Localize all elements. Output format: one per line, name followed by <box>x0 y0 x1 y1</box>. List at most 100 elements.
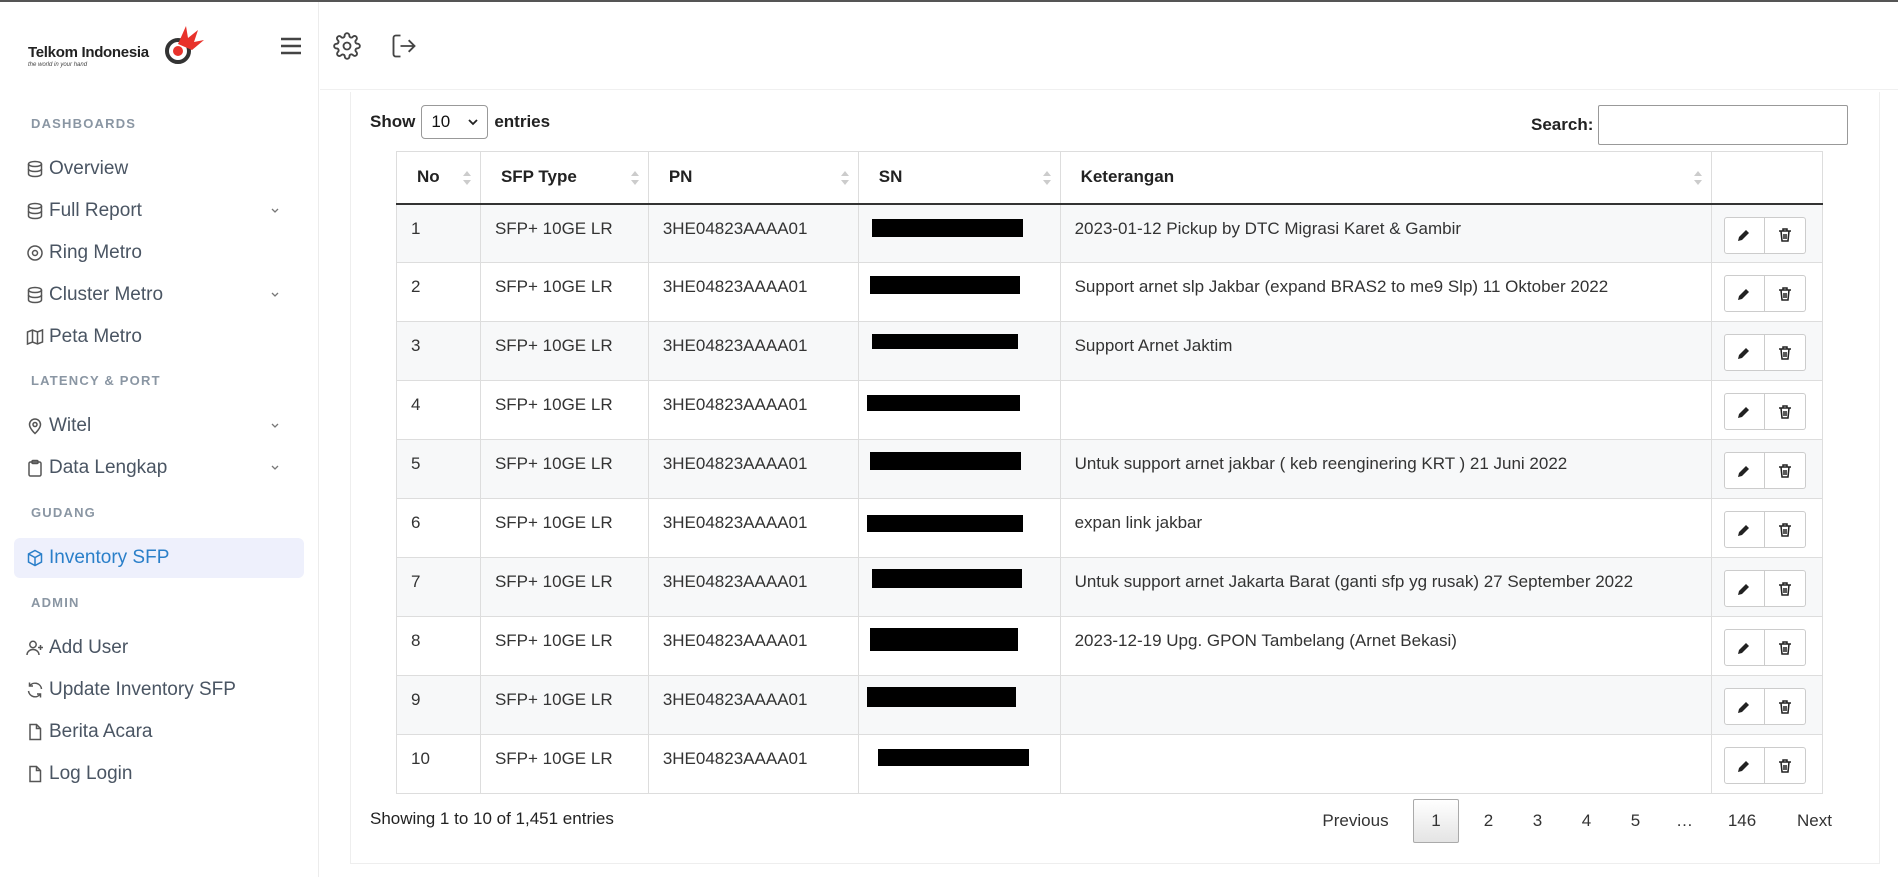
hamburger-menu-icon[interactable] <box>277 32 305 60</box>
refresh-icon <box>27 682 43 698</box>
trash-icon <box>1778 228 1791 242</box>
column-header-sfp-type[interactable]: SFP Type <box>479 151 649 205</box>
show-label: Show <box>370 112 416 131</box>
sidebar-item-log-login[interactable]: Log Login <box>14 754 304 794</box>
header-label: SFP Type <box>500 167 577 187</box>
sidebar-item-overview[interactable]: Overview <box>14 149 304 189</box>
inventory-table: No SFP Type PN SN Keterangan 1 SFP+ 10GE… <box>396 151 1824 794</box>
edit-button[interactable] <box>1723 452 1765 489</box>
cell-keterangan: 2023-01-12 Pickup by DTC Migrasi Karet &… <box>1059 203 1712 263</box>
header-label: PN <box>668 167 693 187</box>
search-input[interactable] <box>1598 105 1849 145</box>
cell-actions <box>1710 616 1824 676</box>
page-size-select[interactable]: 10 <box>421 105 489 139</box>
chevron-down-icon <box>271 423 279 428</box>
edit-button[interactable] <box>1723 511 1765 548</box>
sidebar-item-peta-metro[interactable]: Peta Metro <box>14 317 304 357</box>
delete-button[interactable] <box>1764 688 1806 725</box>
pagination-page[interactable]: 4 <box>1562 799 1611 843</box>
cell-pn: 3HE04823AAAA01 <box>647 675 859 735</box>
sidebar-item-label: Update Inventory SFP <box>49 679 236 700</box>
cell-actions <box>1710 439 1824 499</box>
cell-sfp-type: SFP+ 10GE LR <box>479 321 649 381</box>
sidebar-item-cluster-metro[interactable]: Cluster Metro <box>14 275 304 315</box>
sidebar-item-witel[interactable]: Witel <box>14 406 304 446</box>
edit-button[interactable] <box>1723 629 1765 666</box>
cell-keterangan: Untuk support arnet jakbar ( keb reengin… <box>1059 439 1712 499</box>
edit-button[interactable] <box>1723 275 1765 312</box>
pagination-page-current[interactable]: 1 <box>1413 799 1459 843</box>
sidebar-item-label: Berita Acara <box>49 721 153 742</box>
column-header-sn[interactable]: SN <box>857 151 1061 205</box>
cell-no: 1 <box>396 203 481 263</box>
pagination-page[interactable]: 146 <box>1709 799 1775 843</box>
cell-pn: 3HE04823AAAA01 <box>647 262 859 322</box>
edit-button[interactable] <box>1723 334 1765 371</box>
logo-text: Telkom Indonesia <box>28 44 149 61</box>
pagination-next[interactable]: Next <box>1775 799 1854 843</box>
clipboard-icon <box>28 459 42 477</box>
edit-button[interactable] <box>1723 216 1765 254</box>
delete-button[interactable] <box>1764 334 1806 371</box>
cell-no: 8 <box>396 616 481 676</box>
section-dashboards: DASHBOARDS <box>31 116 137 131</box>
telkom-emblem-icon <box>165 26 204 64</box>
table-row: 10 SFP+ 10GE LR 3HE04823AAAA01 <box>396 734 1824 794</box>
delete-button[interactable] <box>1764 629 1806 666</box>
cell-no: 6 <box>396 498 481 558</box>
column-header-no[interactable]: No <box>396 151 481 205</box>
gear-icon[interactable] <box>333 32 361 60</box>
column-header-keterangan[interactable]: Keterangan <box>1059 151 1712 205</box>
cell-actions <box>1710 734 1824 794</box>
delete-button[interactable] <box>1764 511 1806 548</box>
sidebar-item-full-report[interactable]: Full Report <box>14 191 304 231</box>
cell-no: 3 <box>396 321 481 381</box>
sort-icon <box>462 171 471 185</box>
telkom-logo[interactable]: Telkom Indonesia the world in your hand <box>26 22 206 72</box>
file-icon <box>29 765 42 783</box>
sidebar-item-inventory-sfp[interactable]: Inventory SFP <box>14 538 304 578</box>
sidebar-item-add-user[interactable]: Add User <box>14 628 304 668</box>
cell-sn <box>857 734 1061 794</box>
header-label: No <box>417 167 440 187</box>
section-admin: ADMIN <box>31 595 80 610</box>
sidebar-item-ring-metro[interactable]: Ring Metro <box>14 233 304 273</box>
delete-button[interactable] <box>1764 216 1806 254</box>
edit-button[interactable] <box>1723 747 1765 784</box>
pagination-page[interactable]: 2 <box>1464 799 1513 843</box>
cell-keterangan <box>1059 734 1712 794</box>
logo-tagline: the world in your hand <box>28 62 88 68</box>
page-size-value: 10 <box>431 112 451 131</box>
cell-actions <box>1710 557 1824 617</box>
logout-icon[interactable] <box>390 32 418 60</box>
sidebar-item-berita-acara[interactable]: Berita Acara <box>14 712 304 752</box>
sidebar-item-data-lengkap[interactable]: Data Lengkap <box>14 448 304 488</box>
delete-button[interactable] <box>1764 275 1806 312</box>
delete-button[interactable] <box>1764 393 1806 430</box>
map-icon <box>26 328 44 346</box>
delete-button[interactable] <box>1764 452 1806 489</box>
cell-pn: 3HE04823AAAA01 <box>647 321 859 381</box>
entries-label: entries <box>494 112 551 131</box>
pagination-page[interactable]: 3 <box>1513 799 1562 843</box>
sidebar-item-label: Log Login <box>49 763 133 784</box>
sort-icon <box>840 171 849 185</box>
sidebar-item-label: Data Lengkap <box>49 457 168 478</box>
edit-button[interactable] <box>1723 688 1765 725</box>
cell-no: 2 <box>396 262 481 322</box>
pagination-page[interactable]: 5 <box>1611 799 1660 843</box>
sidebar-item-update-inventory-sfp[interactable]: Update Inventory SFP <box>14 670 304 710</box>
sidebar-item-label: Inventory SFP <box>49 547 170 568</box>
edit-button[interactable] <box>1723 393 1765 430</box>
chevron-down-icon <box>271 292 279 297</box>
cell-sn <box>857 557 1061 617</box>
pagination-previous[interactable]: Previous <box>1303 799 1408 843</box>
delete-button[interactable] <box>1764 747 1806 784</box>
column-header-pn[interactable]: PN <box>647 151 859 205</box>
table-row: 8 SFP+ 10GE LR 3HE04823AAAA01 2023-12-19… <box>396 616 1824 676</box>
sort-icon <box>1042 171 1051 185</box>
edit-button[interactable] <box>1723 570 1765 607</box>
sidebar-item-label: Overview <box>49 158 129 179</box>
delete-button[interactable] <box>1764 570 1806 607</box>
cell-sfp-type: SFP+ 10GE LR <box>479 498 649 558</box>
